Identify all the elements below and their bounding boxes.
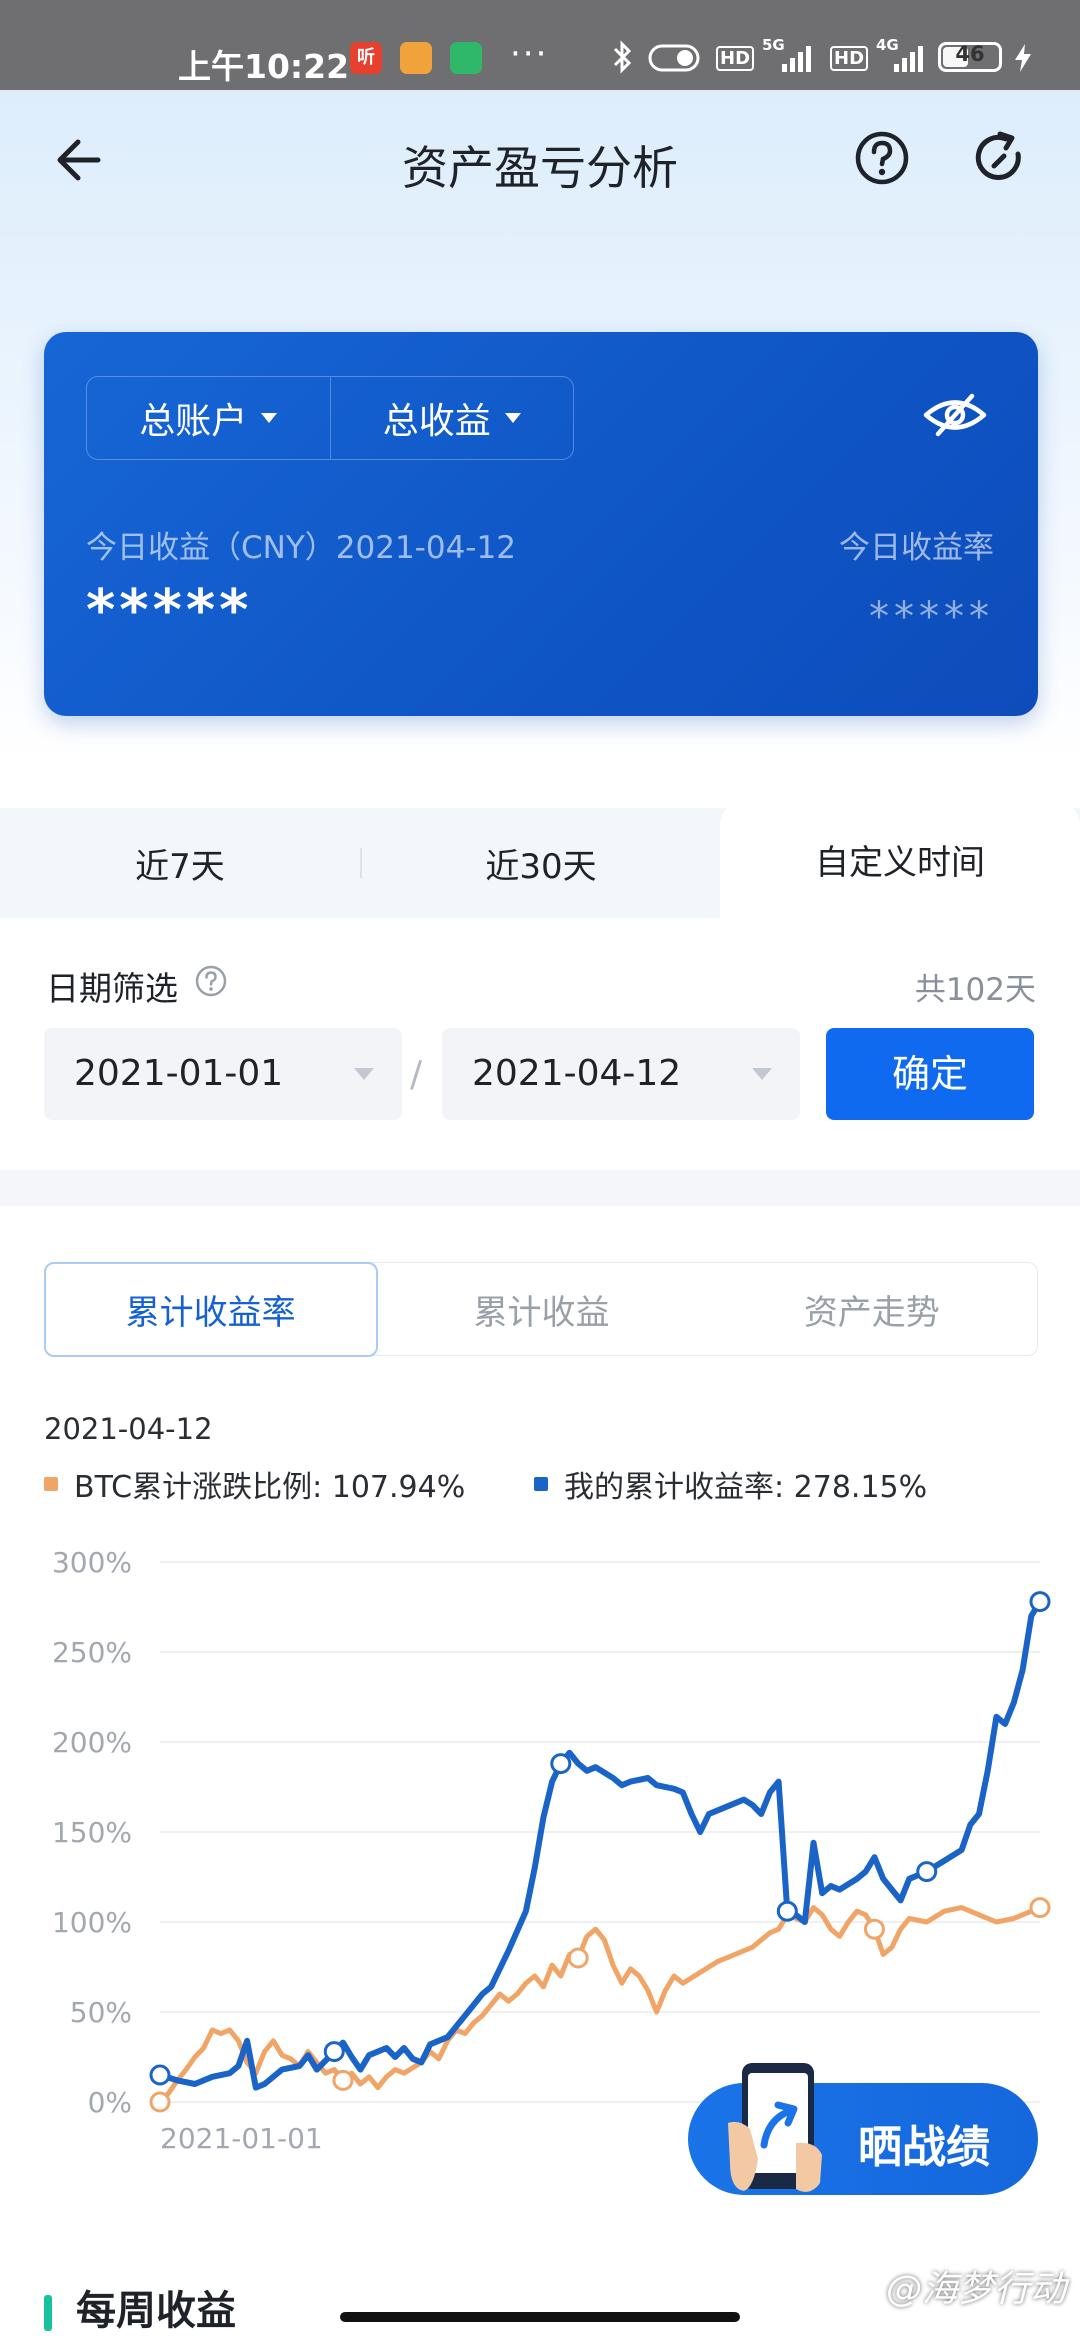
tab-cumulative-return-rate[interactable]: 累计收益率 [43,1261,378,1357]
page-title: 资产盈亏分析 [402,141,678,195]
data-point-marker [550,1753,572,1775]
data-point-marker [1029,1591,1051,1613]
y-tick-label: 250% [52,1636,132,1669]
app-badge-note [400,42,432,74]
y-tick-label: 150% [52,1816,132,1849]
tab-30-days[interactable]: 近30天 [362,808,720,918]
share-results-button[interactable]: 晒战绩 [688,2063,1038,2195]
today-rate-value: ***** [869,594,994,640]
tab-custom-time[interactable]: 自定义时间 [720,800,1080,918]
refresh-icon[interactable] [970,128,1030,188]
data-point-marker [149,2091,171,2113]
bluetooth-icon [613,40,632,74]
data-point-marker [323,2041,345,2063]
question-circle-icon[interactable] [194,964,228,998]
account-filter-group: 总账户 总收益 [86,376,574,460]
data-point-marker [149,2064,171,2086]
start-date-value: 2021-01-01 [74,1053,284,1094]
account-dropdown[interactable]: 总账户 [87,377,330,459]
signal-icon-2 [894,46,923,72]
y-tick-label: 100% [52,1906,132,1939]
toggle-icon [648,44,700,72]
metric-dropdown[interactable]: 总收益 [329,377,574,459]
today-profit-value: ***** [86,578,253,643]
data-point-marker [863,1918,885,1940]
data-point-marker [332,2069,354,2091]
start-date-select[interactable]: 2021-01-01 [44,1028,402,1120]
period-tabs: 近7天 近30天 自定义时间 [0,800,1080,918]
help-icon[interactable] [852,128,912,188]
y-tick-label: 200% [52,1726,132,1759]
chart-date: 2021-04-12 [44,1412,213,1446]
caret-down-icon [261,413,278,423]
status-bar: 上午10:22 听 ··· HD 5G HD 4G 46 [0,0,1080,90]
data-point-marker [567,1947,589,1969]
section-accent-bar [44,2295,52,2331]
weekly-earnings-heading: 每周收益 [44,2278,236,2336]
app-badge-ting: 听 [350,42,382,74]
hd-badge: HD [716,46,755,71]
battery-level: 46 [955,42,985,66]
date-separator: / [410,1054,423,1095]
asset-summary-card: 总账户 总收益 今日收益（CNY）2021-04-12 今日收益率 ***** … [44,332,1038,716]
weekly-earnings-title: 每周收益 [76,2288,236,2334]
date-filter-label: 日期筛选 [46,969,178,1008]
metric-dropdown-label: 总收益 [382,401,491,442]
title-bar: 资产盈亏分析 [0,110,1080,210]
data-point-marker [916,1861,938,1883]
y-tick-label: 0% [88,2086,132,2119]
day-count: 共102天 [914,972,1036,1008]
hd-badge-2: HD [830,46,869,71]
hide-amount-eye-icon[interactable] [922,388,988,442]
chart-tabs: 累计收益率 累计收益 资产走势 [43,1261,1038,1357]
tab-7-days[interactable]: 近7天 [0,808,360,918]
battery-icon: 46 [938,42,1002,72]
today-rate-label: 今日收益率 [839,530,994,566]
section-divider [0,1170,1080,1206]
x-start-label: 2021-01-01 [160,2122,323,2155]
status-time: 上午10:22 [178,47,350,86]
date-filter-section: 日期筛选 共102天 2021-01-01 / 2021-04-12 确定 [0,918,1080,1168]
confirm-button[interactable]: 确定 [826,1028,1034,1120]
legend-btc-label: BTC累计涨跌比例: 107.94% [74,1470,466,1505]
series-line-mine [157,1598,1043,2091]
y-tick-label: 300% [52,1546,132,1579]
share-results-label: 晒战绩 [858,2122,990,2173]
tab-cumulative-return[interactable]: 累计收益 [376,1263,706,1355]
end-date-value: 2021-04-12 [472,1053,682,1094]
account-dropdown-label: 总账户 [139,401,248,442]
tab-asset-trend[interactable]: 资产走势 [707,1263,1037,1355]
legend-swatch-btc [44,1477,58,1491]
data-point-marker [1029,1897,1051,1919]
caret-down-icon [752,1068,772,1080]
watermark: @海梦行动 [885,2269,1066,2310]
caret-down-icon [504,413,521,423]
today-profit-label: 今日收益（CNY）2021-04-12 [86,530,516,566]
charging-icon [1015,44,1031,72]
data-point-marker [776,1900,798,1922]
caret-down-icon [354,1068,374,1080]
series-line-btc [157,1905,1043,2105]
signal-icon [782,46,811,72]
legend-btc: BTC累计涨跌比例: 107.94% [44,1462,465,1506]
legend-mine-label: 我的累计收益率: 278.15% [564,1470,928,1505]
phone-share-icon [728,2063,822,2192]
more-notifications-icon: ··· [510,34,549,74]
legend-swatch-mine [534,1477,548,1491]
home-indicator[interactable] [340,2312,740,2322]
end-date-select[interactable]: 2021-04-12 [442,1028,800,1120]
y-tick-label: 50% [70,1996,132,2029]
app-badge-shield [450,42,482,74]
legend-mine: 我的累计收益率: 278.15% [534,1462,927,1506]
return-rate-chart[interactable]: 300% 250% 200% 150% 100% 50% 0% 2021-01-01 [0,1520,1080,2160]
